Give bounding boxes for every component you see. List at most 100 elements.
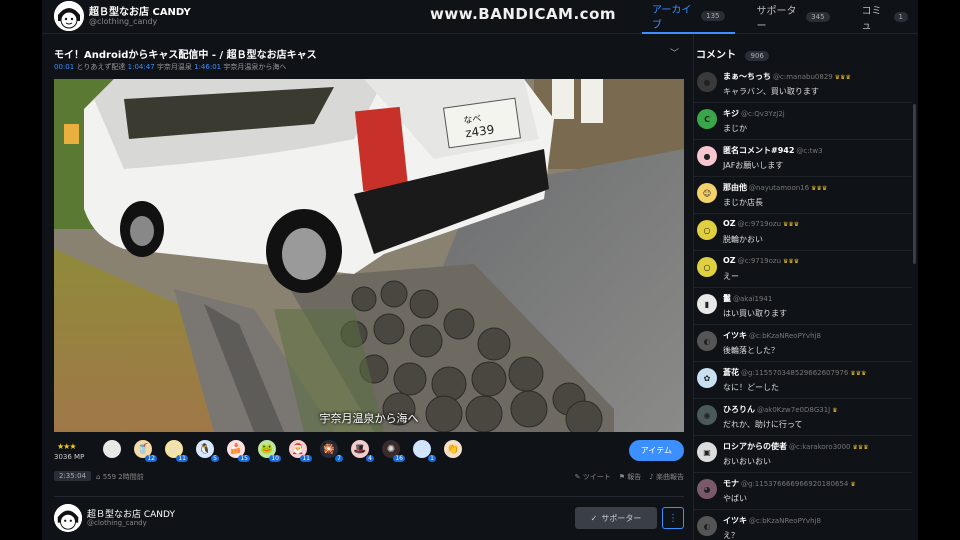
- item-count: 11: [176, 455, 188, 462]
- comment-item: ▮ 鬣 @akai1941 はい買い取ります: [694, 288, 912, 325]
- commenter-id: @ak0Kzw7e0D8G31J: [757, 406, 831, 414]
- tab-supporters-label: サポーター: [756, 6, 797, 32]
- item-slot[interactable]: ☺ 1: [410, 438, 436, 462]
- commenter-avatar[interactable]: ◐: [697, 331, 717, 351]
- commenter-name[interactable]: 鬣: [723, 294, 731, 303]
- commenter-avatar[interactable]: ☺: [697, 183, 717, 203]
- commenter-avatar[interactable]: ◉: [697, 405, 717, 425]
- commenter-name[interactable]: まぁ～ちっち: [723, 72, 771, 81]
- avatar-icon: ●: [703, 151, 711, 161]
- item-slot[interactable]: 👏: [441, 438, 467, 462]
- item-slot[interactable]: 🥤 12: [131, 438, 157, 462]
- chapter-time[interactable]: 00:01: [54, 63, 74, 71]
- crown-icon: ♛♛♛: [852, 444, 869, 451]
- comment-item: ▣ ロシアからの使者 @c:karakoro3000 ♛♛♛ おいおいおい: [694, 436, 912, 473]
- item-slot[interactable]: ⬭: [100, 438, 126, 462]
- item-slot[interactable]: 🎅 11: [286, 438, 312, 462]
- comment-item: C キジ @c:Qv3YzJ2j まじか: [694, 103, 912, 140]
- kebab-menu-icon: ⋮: [668, 512, 678, 524]
- tweet-link[interactable]: ✎ ツイート: [575, 472, 611, 482]
- commenter-id: @c:9719ozu: [737, 257, 782, 265]
- commenter-name-line: OZ @c:9719ozu ♛♛♛: [723, 219, 799, 228]
- comment-text: えー: [723, 272, 739, 281]
- comment-text: 後輪落とした？: [723, 346, 779, 355]
- avatar-icon: ✿: [703, 373, 711, 383]
- bird-icon: ✎: [574, 473, 581, 481]
- tab-community[interactable]: コミュ 1: [840, 0, 918, 34]
- item-count: 12: [145, 455, 157, 462]
- commenter-name[interactable]: キジ: [723, 109, 739, 118]
- commenter-avatar[interactable]: ○: [697, 257, 717, 277]
- item-slot[interactable]: 🎩 4: [348, 438, 374, 462]
- commenter-name[interactable]: イツキ: [723, 516, 747, 525]
- comment-text: 脱輪かおい: [723, 235, 763, 244]
- tab-supporters[interactable]: サポーター 345: [735, 0, 840, 34]
- commenter-name[interactable]: 蒼花: [723, 368, 739, 377]
- view-count: ⌂ 559 2時間前: [96, 472, 144, 482]
- item-count: 4: [366, 455, 374, 462]
- commenter-avatar[interactable]: ▣: [697, 442, 717, 462]
- chapter-list: 00:01 とりあえず配達 1:04:47 宇奈月温泉 1:46:01 宇奈月温…: [54, 62, 286, 72]
- tab-archive[interactable]: アーカイブ 135: [642, 0, 735, 34]
- flag-icon: ⚑: [618, 473, 626, 481]
- commenter-id: @c:bKzaNReoPYvhj8: [749, 517, 821, 525]
- commenter-avatar[interactable]: ✿: [697, 368, 717, 388]
- owner-avatar[interactable]: [54, 504, 82, 532]
- crown-icon: ♛: [832, 407, 838, 414]
- item-slot[interactable]: 🎇 7: [317, 438, 343, 462]
- commenter-name[interactable]: モナ: [723, 479, 739, 488]
- song-report-link[interactable]: ♪ 楽曲報告: [649, 472, 684, 482]
- tab-archive-count: 135: [701, 11, 725, 21]
- video-player[interactable]: なべ z439 宇奈月温泉から海へ: [54, 79, 684, 432]
- chapter-time[interactable]: 1:04:47: [128, 63, 155, 71]
- commenter-avatar[interactable]: C: [697, 109, 717, 129]
- commenter-name[interactable]: イツキ: [723, 331, 747, 340]
- commenter-name-line: イツキ @c:bKzaNReoPYvhj8: [723, 330, 823, 341]
- commenter-name[interactable]: OZ: [723, 256, 736, 265]
- supporter-button[interactable]: ✓ サポーター: [575, 507, 657, 529]
- comment-scrollbar[interactable]: [913, 104, 916, 264]
- item-slot[interactable]: 🐧 5: [193, 438, 219, 462]
- item-slot[interactable]: 🐱 11: [162, 438, 188, 462]
- commenter-name[interactable]: ひろりん: [723, 405, 755, 414]
- comment-text: JAFお願いします: [723, 161, 784, 170]
- comment-text: はい買い取ります: [723, 309, 787, 318]
- commenter-avatar[interactable]: ●: [697, 146, 717, 166]
- item-slot[interactable]: 🍰 15: [224, 438, 250, 462]
- chevron-down-icon[interactable]: ﹀: [670, 46, 679, 59]
- more-options-button[interactable]: ⋮: [662, 507, 684, 529]
- avatar-icon: ◉: [703, 410, 711, 420]
- channel-avatar[interactable]: [54, 1, 84, 31]
- commenter-avatar[interactable]: ●: [697, 72, 717, 92]
- commenter-name[interactable]: 那由他: [723, 183, 747, 192]
- commenter-avatar[interactable]: ◕: [697, 479, 717, 499]
- commenter-avatar[interactable]: ◐: [697, 516, 717, 536]
- comment-item: ● 匿名コメント#942 @c:tw3 JAFお願いします: [694, 140, 912, 177]
- report-link[interactable]: ⚑ 報告: [619, 472, 642, 482]
- comment-text: だれか、助けに行って: [723, 420, 803, 429]
- commenter-name-line: OZ @c:9719ozu ♛♛♛: [723, 256, 799, 265]
- avatar-icon: ☺: [702, 188, 712, 198]
- commenter-name-line: まぁ～ちっち @c:manabu0829 ♛♛♛: [723, 71, 851, 82]
- commenter-id: @c:tw3: [796, 147, 823, 155]
- commenter-name-line: 那由他 @nayutamoon16 ♛♛♛: [723, 182, 827, 193]
- item-count: 15: [238, 455, 250, 462]
- commenter-name-line: 匿名コメント#942 @c:tw3: [723, 145, 825, 156]
- commenter-name-line: ロシアからの使者 @c:karakoro3000 ♛♛♛: [723, 441, 869, 452]
- commenter-name-line: 鬣 @akai1941: [723, 293, 774, 304]
- item-slot[interactable]: 🐸 10: [255, 438, 281, 462]
- commenter-name[interactable]: OZ: [723, 219, 736, 228]
- commenter-id: @g:115376666966920180654: [741, 480, 849, 488]
- commenter-name[interactable]: 匿名コメント#942: [723, 146, 794, 155]
- avatar-icon: ◐: [703, 521, 711, 531]
- item-button[interactable]: アイテム: [628, 440, 684, 461]
- crown-icon: ♛♛♛: [811, 185, 828, 192]
- channel-name[interactable]: 超Ｂ型なお店 CANDY: [89, 3, 191, 18]
- commenter-name[interactable]: ロシアからの使者: [723, 442, 787, 451]
- item-slot[interactable]: ✺ 16: [379, 438, 405, 462]
- commenter-avatar[interactable]: ○: [697, 220, 717, 240]
- commenter-avatar[interactable]: ▮: [697, 294, 717, 314]
- chapter-time[interactable]: 1:46:01: [194, 63, 221, 71]
- item-list: ⬭ 🥤 12 🐱 11 🐧 5 🍰 15 🐸 10 🎅 11 🎇 7 🎩 4 ✺ 16 ☺ 1 👏: [100, 438, 467, 462]
- commenter-name-line: イツキ @c:bKzaNReoPYvhj8: [723, 515, 823, 526]
